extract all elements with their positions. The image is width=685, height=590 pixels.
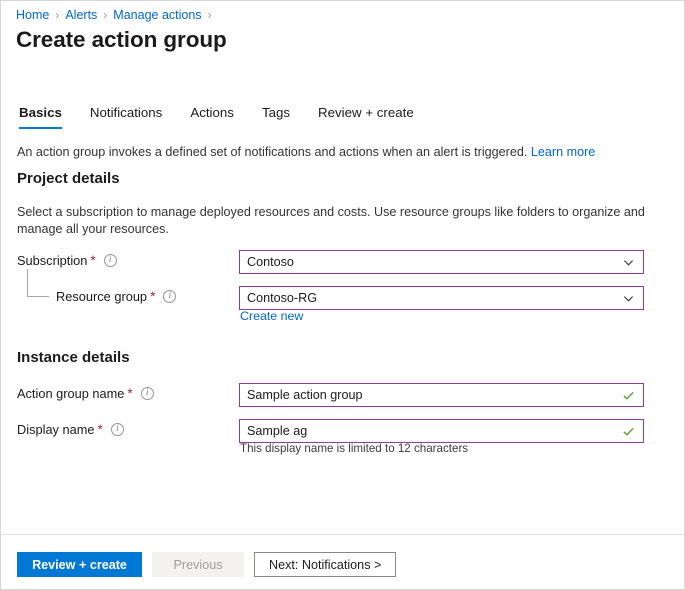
chevron-down-icon — [623, 293, 634, 304]
breadcrumb-separator-icon: › — [55, 7, 59, 23]
valid-check-icon — [622, 389, 635, 402]
tab-review-create[interactable]: Review + create — [318, 105, 414, 129]
required-asterisk: * — [150, 290, 155, 304]
instance-details-heading: Instance details — [17, 349, 130, 366]
wizard-tabs: Basics Notifications Actions Tags Review… — [19, 105, 442, 129]
display-name-helper-text: This display name is limited to 12 chara… — [240, 442, 468, 455]
breadcrumb-item-alerts[interactable]: Alerts — [65, 7, 97, 23]
page-title: Create action group — [16, 27, 227, 53]
breadcrumb-separator-icon: › — [208, 7, 212, 23]
info-icon[interactable]: i — [141, 387, 154, 400]
info-icon[interactable]: i — [111, 423, 124, 436]
info-icon[interactable]: i — [163, 290, 176, 303]
display-name-label: Display name * i — [17, 422, 124, 437]
field-hierarchy-connector — [27, 269, 49, 297]
action-group-name-input[interactable]: Sample action group — [239, 383, 644, 407]
tab-basics[interactable]: Basics — [19, 105, 62, 129]
next-notifications-button[interactable]: Next: Notifications > — [254, 552, 396, 577]
wizard-footer: Review + create Previous Next: Notificat… — [17, 552, 396, 577]
create-action-group-page: Home › Alerts › Manage actions › Create … — [0, 0, 685, 590]
required-asterisk: * — [98, 423, 103, 437]
subscription-dropdown[interactable]: Contoso — [239, 250, 644, 274]
tab-tags[interactable]: Tags — [262, 105, 290, 129]
breadcrumb-item-manage-actions[interactable]: Manage actions — [113, 7, 201, 23]
resource-group-value: Contoso-RG — [247, 291, 623, 305]
required-asterisk: * — [90, 254, 95, 268]
display-name-label-text: Display name — [17, 422, 95, 437]
subscription-label: Subscription * i — [17, 253, 117, 268]
display-name-value: Sample ag — [247, 424, 622, 438]
resource-group-dropdown[interactable]: Contoso-RG — [239, 286, 644, 310]
chevron-down-icon — [623, 257, 634, 268]
previous-button: Previous — [152, 552, 244, 577]
action-group-name-value: Sample action group — [247, 388, 622, 402]
subscription-value: Contoso — [247, 255, 623, 269]
learn-more-link[interactable]: Learn more — [531, 145, 595, 159]
breadcrumb: Home › Alerts › Manage actions › — [16, 7, 218, 23]
tab-actions[interactable]: Actions — [190, 105, 234, 129]
project-details-description: Select a subscription to manage deployed… — [17, 204, 647, 238]
tab-notifications[interactable]: Notifications — [90, 105, 162, 129]
info-icon[interactable]: i — [104, 254, 117, 267]
breadcrumb-separator-icon: › — [103, 7, 107, 23]
action-group-name-label-text: Action group name — [17, 386, 124, 401]
subscription-label-text: Subscription — [17, 253, 87, 268]
required-asterisk: * — [127, 387, 132, 401]
project-details-heading: Project details — [17, 170, 120, 187]
valid-check-icon — [622, 425, 635, 438]
review-create-button[interactable]: Review + create — [17, 552, 142, 577]
create-new-resource-group-link[interactable]: Create new — [240, 309, 303, 323]
resource-group-label: Resource group * i — [56, 289, 176, 304]
intro-text: An action group invokes a defined set of… — [17, 145, 527, 159]
action-group-name-label: Action group name * i — [17, 386, 154, 401]
display-name-input[interactable]: Sample ag — [239, 419, 644, 443]
intro-description: An action group invokes a defined set of… — [17, 144, 657, 161]
breadcrumb-item-home[interactable]: Home — [16, 7, 49, 23]
resource-group-label-text: Resource group — [56, 289, 147, 304]
footer-divider — [1, 534, 684, 535]
